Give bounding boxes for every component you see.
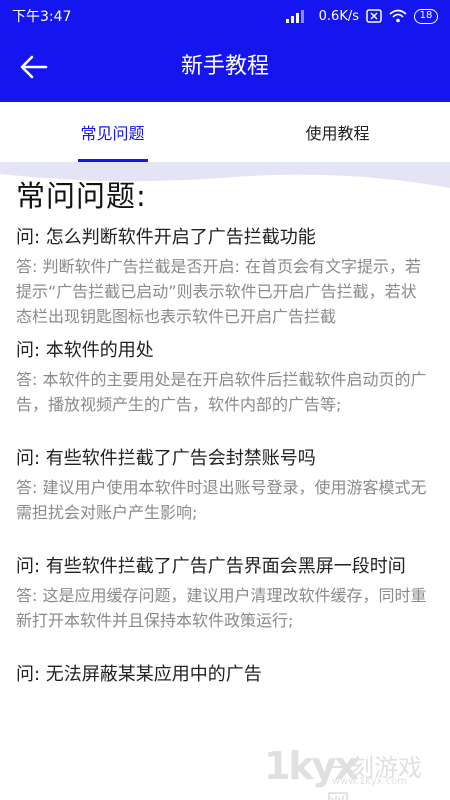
faq-answer: 答: 判断软件广告拦截是否开启: 在首页会有文字提示，若提示“广告拦截已启动”则… bbox=[16, 257, 421, 326]
faq-heading: 常问问题: bbox=[16, 179, 147, 213]
tab-tutorial-label: 使用教程 bbox=[305, 124, 370, 143]
faq-answer: 答: 本软件的主要用处是在开启软件后拦截软件启动页的广告，播放视频产生的广告，软… bbox=[16, 370, 427, 414]
network-speed: 0.6K/s bbox=[318, 8, 359, 24]
watermark-url: www.1kyx.com bbox=[332, 776, 407, 787]
faq-question: 问: 怎么判断软件开启了广告拦截功能 bbox=[16, 227, 316, 248]
faq-answer: 答: 建议用户使用本软件时退出账号登录，使用游客模式无需担扰会对账户产生影响; bbox=[16, 478, 427, 522]
faq-item: 问: 有些软件拦截了广告会封禁账号吗 答: 建议用户使用本软件时退出账号登录，使… bbox=[16, 445, 432, 525]
site-watermark: 1kyx 一刻游戏网 www.1kyx.com bbox=[264, 744, 444, 800]
battery-indicator: 18 bbox=[414, 8, 438, 24]
notification-muted-icon bbox=[366, 9, 382, 23]
wifi-icon bbox=[389, 9, 407, 23]
tab-tutorial[interactable]: 使用教程 bbox=[225, 102, 450, 162]
faq-answer: 答: 这是应用缓存问题，建议用户清理改软件缓存，同时重新打开本软件并且保持本软件… bbox=[16, 586, 427, 630]
faq-item: 问: 有些软件拦截了广告广告界面会黑屏一段时间 答: 这是应用缓存问题，建议用户… bbox=[16, 553, 432, 633]
watermark-site-name: 一刻游戏网 bbox=[326, 754, 422, 800]
tab-bar: 常见问题 使用教程 bbox=[0, 102, 450, 162]
tab-faq-label: 常见问题 bbox=[80, 124, 145, 143]
app-bar: 新手教程 bbox=[0, 32, 450, 102]
status-bar: 下午3:47 0.6K/s 18 bbox=[0, 0, 450, 32]
faq-content[interactable]: 常问问题: 问: 怎么判断软件开启了广告拦截功能 答: 判断软件广告拦截是否开启… bbox=[0, 176, 450, 800]
status-time: 下午3:47 bbox=[12, 9, 72, 25]
faq-question: 问: 本软件的用处 bbox=[16, 340, 154, 361]
faq-item: 问: 本软件的用处 答: 本软件的主要用处是在开启软件后拦截软件启动页的广告，播… bbox=[16, 337, 432, 417]
faq-question: 问: 有些软件拦截了广告广告界面会黑屏一段时间 bbox=[16, 556, 406, 577]
page-title: 新手教程 bbox=[180, 54, 269, 79]
faq-item: 问: 无法屏蔽某某应用中的广告 bbox=[16, 661, 432, 689]
faq-question: 问: 有些软件拦截了广告会封禁账号吗 bbox=[16, 448, 316, 469]
signal-icon bbox=[285, 9, 312, 23]
faq-item: 问: 怎么判断软件开启了广告拦截功能 答: 判断软件广告拦截是否开启: 在首页会… bbox=[16, 224, 432, 329]
faq-question: 问: 无法屏蔽某某应用中的广告 bbox=[16, 664, 262, 685]
tab-faq[interactable]: 常见问题 bbox=[0, 102, 225, 162]
